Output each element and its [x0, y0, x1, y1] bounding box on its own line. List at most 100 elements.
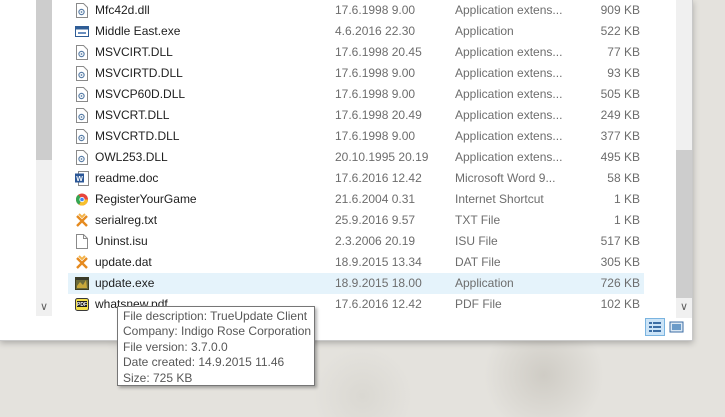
file-row[interactable]: RegisterYourGame 21.6.2004 0.31 Internet S… [68, 189, 644, 210]
file-size: 93 KB [607, 66, 640, 80]
file-size: 305 KB [600, 255, 640, 269]
file-name: MSVCIRT.DLL [95, 45, 173, 59]
dll-file-icon [75, 87, 89, 102]
nav-scrollbar-thumb[interactable] [36, 0, 52, 160]
nav-scrollbar-track[interactable] [36, 160, 52, 298]
file-row[interactable]: MSVCIRT.DLL 17.6.1998 20.45 Application ex… [68, 42, 644, 63]
file-row[interactable]: Mfc42d.dll 17.6.1998 9.00 Application exte… [68, 0, 644, 21]
file-date-modified: 17.6.1998 9.00 [335, 129, 416, 143]
file-name: MSVCP60D.DLL [95, 87, 186, 101]
file-size: 77 KB [607, 45, 640, 59]
file-date-modified: 17.6.2016 12.42 [335, 171, 422, 185]
details-view-icon [649, 322, 661, 332]
large-icons-view-icon [669, 321, 684, 333]
file-name: RegisterYourGame [95, 192, 197, 206]
file-name: MSVCIRTD.DLL [95, 66, 183, 80]
word-doc-icon: W [75, 171, 89, 186]
file-name: MSVCRT.DLL [95, 108, 170, 122]
file-date-modified: 17.6.2016 12.42 [335, 297, 422, 311]
status-bar [0, 318, 692, 340]
file-name: MSVCRTD.DLL [95, 129, 180, 143]
file-type: Application extens... [455, 87, 563, 101]
tooltip-size: Size: 725 KB [123, 370, 193, 385]
file-type: Internet Shortcut [455, 192, 544, 206]
file-explorer-window: ∨ Mfc42d.dll 17.6.1998 9.00 Application ex… [0, 0, 693, 341]
file-type: Application [455, 276, 514, 290]
dll-file-icon [75, 66, 89, 81]
file-type: PDF File [455, 297, 502, 311]
file-row[interactable]: update.dat 18.9.2015 13.34 DAT File 305 KB [68, 252, 644, 273]
dat-file-icon [75, 255, 89, 270]
file-size: 377 KB [600, 129, 640, 143]
file-size: 505 KB [600, 87, 640, 101]
file-type: Application extens... [455, 3, 563, 17]
file-type: Application extens... [455, 45, 563, 59]
tooltip-version: File version: 3.7.0.0 [123, 339, 228, 354]
file-type: Microsoft Word 9... [455, 171, 556, 185]
file-size: 1 KB [613, 192, 640, 206]
file-date-modified: 17.6.1998 20.45 [335, 45, 422, 59]
file-row[interactable]: Uninst.isu 2.3.2006 20.19 ISU File 517 KB [68, 231, 644, 252]
file-row[interactable]: serialreg.txt 25.9.2016 9.57 TXT File 1 KB [68, 210, 644, 231]
file-name: update.exe [95, 276, 155, 290]
svg-text:PDF: PDF [77, 302, 87, 308]
file-row[interactable]: MSVCRTD.DLL 17.6.1998 9.00 Application ext… [68, 126, 644, 147]
file-date-modified: 25.9.2016 9.57 [335, 213, 416, 227]
file-type: Application extens... [455, 150, 563, 164]
dll-file-icon [75, 150, 89, 165]
nav-scroll-down-icon[interactable]: ∨ [36, 298, 52, 316]
dll-file-icon [75, 108, 89, 123]
file-row[interactable]: Middle East.exe 4.6.2016 22.30 Application… [68, 21, 644, 42]
large-icons-view-button[interactable] [667, 318, 687, 336]
file-type: Application [455, 24, 514, 38]
tooltip-description: File description: TrueUpdate Client [123, 309, 308, 323]
file-size: 517 KB [600, 234, 640, 248]
file-type: ISU File [455, 234, 498, 248]
file-size: 522 KB [600, 24, 640, 38]
file-list-scrollbar-thumb[interactable] [676, 150, 692, 298]
file-size: 495 KB [600, 150, 640, 164]
txt-file-icon [75, 213, 89, 228]
file-row[interactable]: Wreadme.doc 17.6.2016 12.42 Microsoft Word… [68, 168, 644, 189]
internet-shortcut-icon [75, 192, 89, 207]
file-date-modified: 17.6.1998 9.00 [335, 3, 416, 17]
file-name: Middle East.exe [95, 24, 181, 38]
pdf-file-icon: PDF [75, 297, 89, 312]
file-name: readme.doc [95, 171, 159, 185]
tooltip-created: Date created: 14.9.2015 11.46 [123, 355, 285, 370]
navigation-pane: ∨ [0, 0, 52, 318]
blank-file-icon [75, 234, 89, 249]
file-row[interactable]: update.exe 18.9.2015 18.00 Application 726 … [68, 273, 644, 294]
file-row[interactable]: MSVCIRTD.DLL 17.6.1998 9.00 Application ex… [68, 63, 644, 84]
file-size: 249 KB [600, 108, 640, 122]
file-name: OWL253.DLL [95, 150, 168, 164]
file-row[interactable]: MSVCP60D.DLL 17.6.1998 9.00 Application ex… [68, 84, 644, 105]
file-list: Mfc42d.dll 17.6.1998 9.00 Application exte… [68, 0, 646, 318]
scroll-down-icon[interactable]: ∨ [676, 298, 692, 316]
file-type: TXT File [455, 213, 501, 227]
dll-file-icon [75, 129, 89, 144]
file-date-modified: 21.6.2004 0.31 [335, 192, 416, 206]
file-date-modified: 20.10.1995 20.19 [335, 150, 429, 164]
file-name: Mfc42d.dll [95, 3, 150, 17]
dll-file-icon [75, 3, 89, 18]
file-name: update.dat [95, 255, 152, 269]
tooltip-company: Company: Indigo Rose Corporation [123, 324, 312, 339]
file-date-modified: 17.6.1998 9.00 [335, 66, 416, 80]
file-type: Application extens... [455, 108, 563, 122]
file-date-modified: 4.6.2016 22.30 [335, 24, 416, 38]
details-view-button[interactable] [645, 318, 665, 336]
app-window-icon [75, 24, 89, 39]
svg-text:W: W [76, 176, 83, 183]
file-date-modified: 17.6.1998 20.49 [335, 108, 422, 122]
file-name: Uninst.isu [95, 234, 148, 248]
file-date-modified: 2.3.2006 20.19 [335, 234, 416, 248]
file-date-modified: 18.9.2015 13.34 [335, 255, 422, 269]
file-size: 726 KB [600, 276, 640, 290]
file-size: 1 KB [613, 213, 640, 227]
file-row[interactable]: MSVCRT.DLL 17.6.1998 20.49 Application ext… [68, 105, 644, 126]
file-type: Application extens... [455, 129, 563, 143]
file-row[interactable]: OWL253.DLL 20.10.1995 20.19 Application ex… [68, 147, 644, 168]
file-date-modified: 17.6.1998 9.00 [335, 87, 416, 101]
file-type: Application extens... [455, 66, 563, 80]
